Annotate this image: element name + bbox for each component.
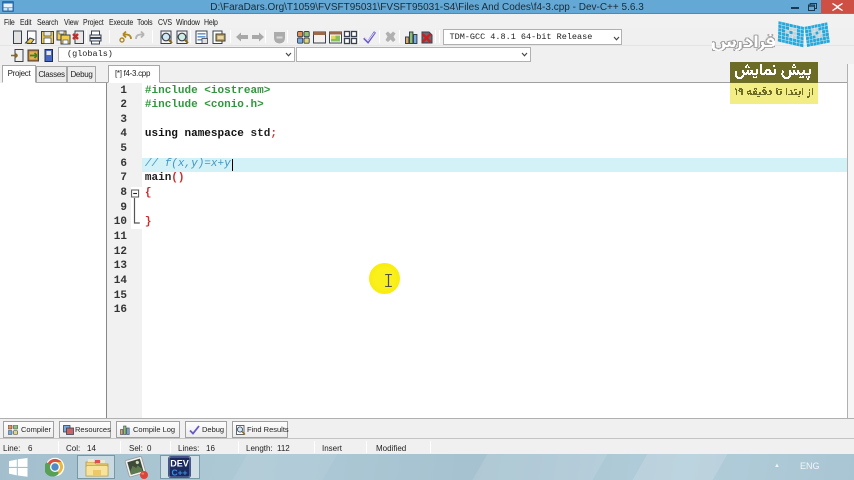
svg-text:C++: C++ [171, 468, 187, 478]
